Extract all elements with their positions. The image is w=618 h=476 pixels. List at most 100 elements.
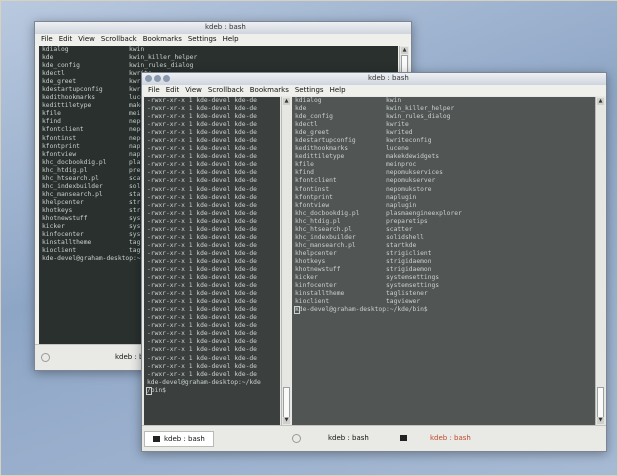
listing-line: -rwxr-xr-x 1 kde-devel kde-de [147,217,257,225]
listing-line: -rwxr-xr-x 1 kde-devel kde-de [147,298,257,306]
tab-2-label-area[interactable]: kdeb : bash [328,431,369,445]
terminal-line: kinfocenter systemsettings [292,282,595,290]
filename: tagviewer [386,298,421,306]
listing-line: -rwxr-xr-x 1 kde-devel kde-de [147,306,257,314]
terminal-line: -rwxr-xr-x 1 kde-devel kde-de [144,137,280,145]
terminal-line: -rwxr-xr-x 1 kde-devel kde-de [144,129,280,137]
right-split-terminal[interactable]: kdialog kwin kde kwin_killer_helper kde_conf… [292,97,595,425]
window-close-icon[interactable] [145,75,152,82]
terminal-line: -rwxr-xr-x 1 kde-devel kde-de [144,363,280,371]
menu-help[interactable]: Help [330,85,346,96]
front-window-titlebar[interactable]: kdeb : bash [142,73,606,85]
filename: kfontprint [295,193,333,201]
menu-bookmarks[interactable]: Bookmarks [143,34,182,45]
terminal-line: -rwxr-xr-x 1 kde-devel kde-de [144,194,280,202]
filename: naplugin [386,193,417,201]
menu-edit[interactable]: Edit [59,34,73,45]
filename: systemsettings [386,282,440,290]
listing-line: -rwxr-xr-x 1 kde-devel kde-de [147,249,257,257]
menu-settings[interactable]: Settings [188,34,217,45]
filename: kwin_rules_dialog [386,113,451,121]
menu-scrollback[interactable]: Scrollback [101,34,137,45]
filename: khc_htsearch.pl [295,225,352,233]
scrollbar-thumb[interactable] [283,387,290,419]
listing-line: -rwxr-xr-x 1 kde-devel kde-de [147,97,257,104]
scroll-down-icon[interactable]: ▼ [283,417,290,424]
listing-line: -rwxr-xr-x 1 kde-devel kde-de [147,322,257,330]
filename: khc_docbookdig.pl [295,209,360,217]
terminal-line: -rwxr-xr-x 1 kde-devel kde-de [144,186,280,194]
menu-edit[interactable]: Edit [166,85,180,96]
filename: khotnewstuff [295,265,341,273]
terminal-line: -rwxr-xr-x 1 kde-devel kde-de [144,250,280,258]
terminal-line: -rwxr-xr-x 1 kde-devel kde-de [144,153,280,161]
filename: nepomukserver [386,177,436,185]
left-split-terminal[interactable]: -rwxr-xr-x 1 kde-devel kde-de -rwxr-xr-x … [144,97,280,425]
filename: kicker [42,223,65,231]
listing-line: -rwxr-xr-x 1 kde-devel kde-de [147,257,257,265]
window-minimize-icon[interactable] [154,75,161,82]
tab-3-label-area[interactable]: kdeb : bash [430,431,471,445]
filename: kde [42,54,54,62]
filename: khelpcenter [295,249,337,257]
terminal-line: kdialog kwin [39,46,398,54]
terminal-line: kioclient tagviewer [292,298,595,306]
menu-view[interactable]: View [185,85,202,96]
filename: kfontclient [42,126,84,134]
terminal-line: -rwxr-xr-x 1 kde-devel kde-de [144,121,280,129]
filename: khc_mansearch.pl [42,190,103,198]
terminal-line: -rwxr-xr-x 1 kde-devel kde-de [144,298,280,306]
filename: kwrited [386,129,413,137]
left-split-scrollbar[interactable]: ▲ ▼ [281,97,291,425]
right-split-scrollbar[interactable]: ▲ ▼ [595,97,605,425]
menu-file[interactable]: File [41,34,53,45]
terminal-line: kde kwin_killer_helper [292,105,595,113]
menu-help[interactable]: Help [223,34,239,45]
terminal-line: kfontinst nepomukstore [292,186,595,194]
menu-bookmarks[interactable]: Bookmarks [250,85,289,96]
terminal-line: khc_docbookdig.pl plasmaengineexplorer [292,210,595,218]
scrollbar-thumb[interactable] [597,387,604,419]
filename: meinproc [386,161,417,169]
tab-2[interactable] [292,431,305,445]
listing-line: -rwxr-xr-x 1 kde-devel kde-de [147,290,257,298]
filename: solidshell [386,233,424,241]
menu-settings[interactable]: Settings [295,85,324,96]
back-tab[interactable] [41,350,54,364]
terminal-icon [41,352,50,362]
terminal-line: khc_htdig.pl preparetips [292,218,595,226]
back-window-titlebar[interactable]: kdeb : bash [35,22,411,34]
listing-line: -rwxr-xr-x 1 kde-devel kde-de [147,185,257,193]
filename: kdialog [42,46,69,53]
terminal-line: -rwxr-xr-x 1 kde-devel kde-de [144,371,280,379]
listing-line: -rwxr-xr-x 1 kde-devel kde-de [147,113,257,121]
listing-line: -rwxr-xr-x 1 kde-devel kde-de [147,265,257,273]
filename: khc_htdig.pl [295,217,341,225]
scroll-up-icon[interactable]: ▲ [283,98,290,105]
terminal-line: -rwxr-xr-x 1 kde-devel kde-de [144,330,280,338]
terminal-line: kedittiletype makekdewidgets [292,153,595,161]
filename: khc_htsearch.pl [42,174,99,182]
menu-scrollback[interactable]: Scrollback [208,85,244,96]
filename: kinstalltheme [295,290,345,298]
filename: naplugin [386,201,417,209]
filename: kedittiletype [295,153,345,161]
listing-line: -rwxr-xr-x 1 kde-devel kde-de [147,153,257,161]
filename: kfontinst [42,134,77,142]
tab-1[interactable]: kdeb : bash [144,431,214,447]
window-maximize-icon[interactable] [163,75,170,82]
terminal-line: kdialog kwin [292,97,595,105]
filename: lucene [386,145,409,153]
scroll-up-icon[interactable]: ▲ [401,47,408,54]
filename: kedithookmarks [295,145,349,153]
menu-view[interactable]: View [78,34,95,45]
tab-3[interactable] [400,431,411,445]
filename: systemsettings [386,274,440,282]
front-konsole-window[interactable]: kdeb : bash File Edit View Scrollback Bookma… [141,72,607,452]
scroll-down-icon[interactable]: ▼ [597,417,604,424]
terminal-line: -rwxr-xr-x 1 kde-devel kde-de [144,355,280,363]
filename: kwriteconfig [386,137,432,145]
scroll-up-icon[interactable]: ▲ [597,98,604,105]
terminal-line: -rwxr-xr-x 1 kde-devel kde-de [144,234,280,242]
menu-file[interactable]: File [148,85,160,96]
